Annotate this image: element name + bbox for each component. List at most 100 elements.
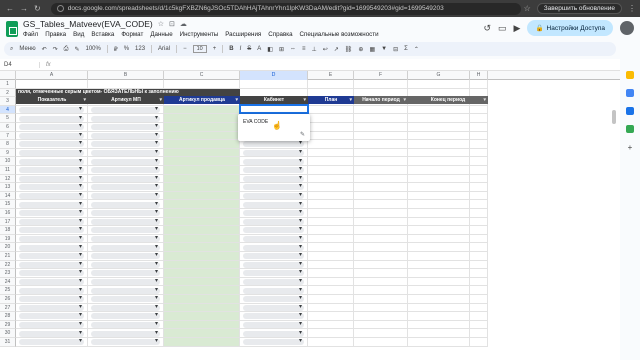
grid-cell[interactable] (408, 338, 470, 347)
grid-cell[interactable] (88, 182, 164, 192)
grid-cell[interactable] (88, 234, 164, 244)
grid-cell[interactable] (88, 217, 164, 227)
grid-cell[interactable] (16, 286, 88, 295)
grid-cell[interactable] (88, 191, 164, 201)
grid-cell[interactable] (354, 295, 408, 304)
grid-cell[interactable] (308, 303, 354, 313)
grid-cell[interactable] (164, 295, 240, 304)
grid-cell[interactable] (164, 200, 240, 209)
grid-cell[interactable] (354, 131, 408, 141)
grid-cell[interactable] (164, 277, 240, 287)
grid-cell[interactable] (16, 131, 88, 141)
dropdown-chip[interactable] (243, 320, 304, 329)
grid-cell[interactable] (408, 217, 470, 227)
grid-cell[interactable] (470, 148, 488, 158)
grid-cell[interactable] (88, 105, 164, 115)
grid-cell[interactable] (408, 226, 470, 235)
grid-cell[interactable] (408, 312, 470, 321)
grid-cell[interactable] (164, 209, 240, 218)
grid-cell[interactable] (408, 191, 470, 201)
dropdown-chip[interactable] (19, 225, 84, 234)
header-period-end[interactable]: Конец период (408, 96, 488, 104)
grid-cell[interactable] (408, 114, 470, 123)
vertical-scrollbar[interactable] (612, 110, 616, 124)
grid-cell[interactable] (308, 80, 354, 89)
menus-search-label[interactable]: Меню (19, 46, 35, 52)
row-header[interactable]: 4 (0, 105, 16, 115)
grid-cell[interactable] (470, 303, 488, 313)
grid-cell[interactable] (408, 320, 470, 330)
grid-cell[interactable] (408, 166, 470, 175)
forward-icon[interactable]: → (20, 4, 28, 13)
dropdown-chip[interactable] (91, 251, 160, 260)
grid-cell[interactable] (16, 243, 88, 252)
maps-icon[interactable] (626, 125, 634, 133)
star-icon[interactable]: ☆ (158, 20, 164, 28)
column-header-f[interactable]: F (354, 71, 408, 80)
grid-cell[interactable] (354, 243, 408, 252)
dropdown-chip[interactable] (19, 329, 84, 337)
grid-cell[interactable] (88, 165, 164, 175)
column-header-h[interactable]: H (470, 71, 488, 80)
dropdown-chip[interactable] (91, 294, 160, 303)
header-seller-article[interactable]: Артикул продавца (164, 96, 240, 104)
grid-cell[interactable] (164, 140, 240, 149)
grid-cell[interactable] (88, 337, 164, 347)
grid-cell[interactable] (470, 157, 488, 166)
grid-cell[interactable] (308, 209, 354, 218)
grid-cell[interactable] (164, 243, 240, 252)
column-header-e[interactable]: E (308, 71, 354, 80)
grid-cell[interactable] (354, 234, 408, 244)
grid-cell[interactable] (88, 200, 164, 209)
meet-icon[interactable]: ▶ (514, 23, 521, 34)
font-size-decrease[interactable]: − (183, 46, 187, 52)
grid-cell[interactable] (164, 191, 240, 201)
dropdown-chip[interactable] (19, 303, 84, 311)
row-header[interactable]: 3 (0, 97, 16, 106)
grid-cell[interactable] (240, 208, 308, 218)
dropdown-chip[interactable] (91, 131, 160, 139)
grid-cell[interactable] (240, 174, 308, 184)
dropdown-chip[interactable] (19, 234, 84, 243)
dropdown-chip[interactable] (91, 139, 160, 148)
grid-cell[interactable] (470, 252, 488, 261)
reload-icon[interactable]: ↻ (34, 4, 41, 13)
grid-cell[interactable] (408, 80, 470, 89)
grid-cell[interactable] (354, 209, 408, 218)
dropdown-chip[interactable] (243, 208, 304, 217)
strikethrough-icon[interactable]: S (247, 46, 251, 52)
grid-cell[interactable] (16, 148, 88, 158)
keep-icon[interactable] (626, 71, 634, 79)
grid-cell[interactable] (408, 157, 470, 166)
dropdown-chip[interactable] (91, 225, 160, 234)
grid-cell[interactable] (240, 311, 308, 321)
spreadsheet-grid[interactable]: A B C D E F G H 123456789101112131415161… (0, 71, 620, 360)
grid-cell[interactable] (408, 148, 470, 158)
dropdown-chip[interactable] (91, 217, 160, 225)
redo-icon[interactable]: ↷ (53, 46, 58, 53)
grid-cell[interactable] (240, 286, 308, 295)
dropdown-chip[interactable] (243, 157, 304, 165)
row-header[interactable]: 6 (0, 123, 16, 132)
column-header-b[interactable]: B (88, 71, 164, 80)
grid-cell[interactable] (240, 217, 308, 227)
document-title[interactable]: GS_Tables_Matveev(EVA_CODE) (23, 19, 153, 29)
grid-cell[interactable] (408, 209, 470, 218)
dropdown-chip[interactable] (19, 286, 84, 294)
grid-cell[interactable] (308, 174, 354, 184)
bookmark-star-icon[interactable]: ☆ (524, 4, 531, 13)
grid-cell[interactable] (408, 286, 470, 295)
grid-cell[interactable] (308, 269, 354, 278)
grid-cell[interactable] (354, 252, 408, 261)
menu-insert[interactable]: Вставка (91, 31, 114, 38)
grid-cell[interactable] (240, 243, 308, 252)
dropdown-chip[interactable] (243, 329, 304, 337)
dropdown-chip[interactable] (91, 243, 160, 251)
grid-cell[interactable] (240, 182, 308, 192)
valign-icon[interactable]: ⊥ (311, 46, 316, 53)
grid-cell[interactable] (16, 191, 88, 201)
grid-cell[interactable] (240, 148, 308, 158)
print-icon[interactable]: ⎙ (64, 46, 69, 53)
header-indicator[interactable]: Показатель (16, 96, 88, 104)
grid-cell[interactable] (354, 123, 408, 132)
